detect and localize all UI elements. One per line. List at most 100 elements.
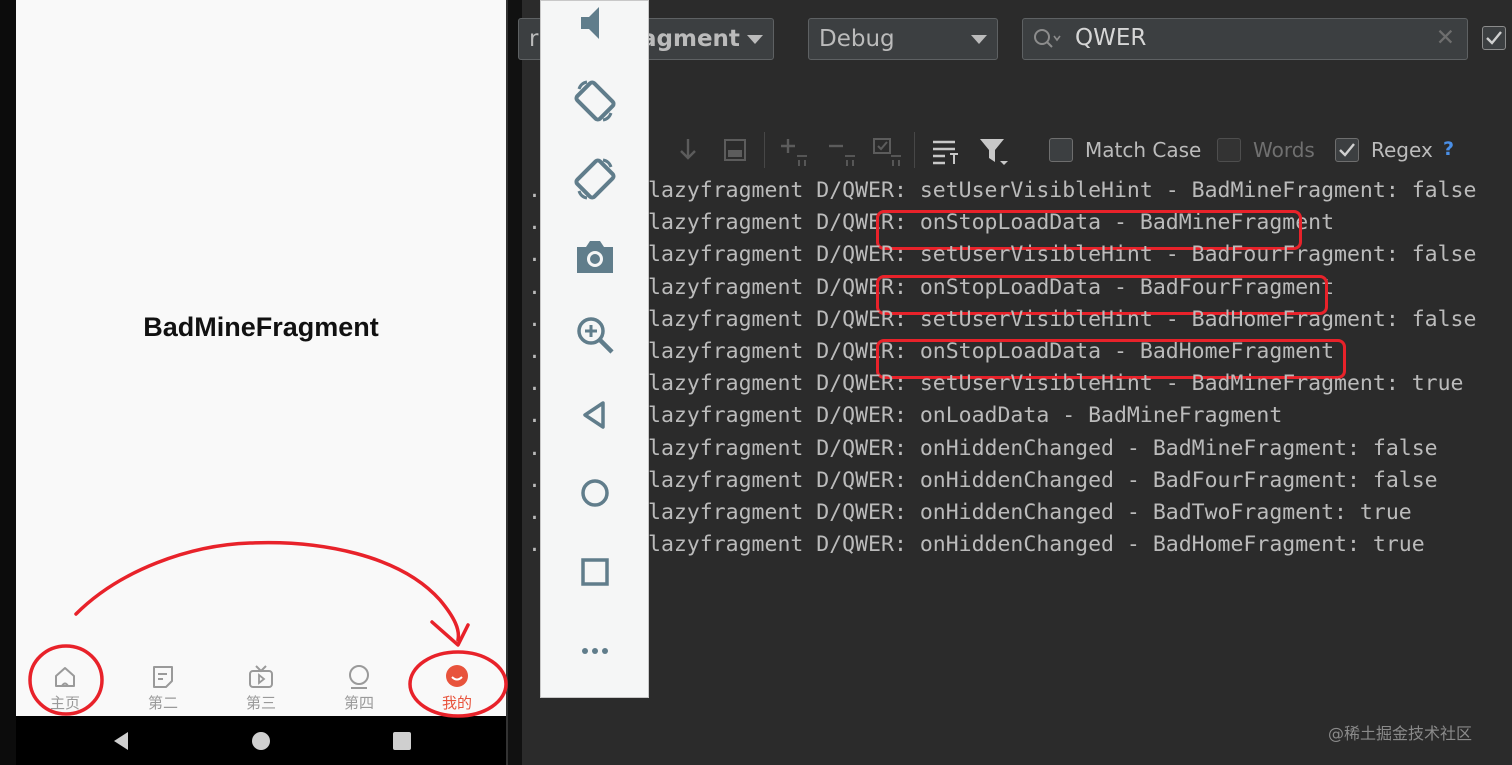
volume-button[interactable] xyxy=(541,0,648,51)
checkmark-icon xyxy=(1339,143,1355,157)
log-line[interactable]: lazyfragment D/QWER: onLoadData - BadMin… xyxy=(648,403,1282,435)
log-line-marker: . xyxy=(528,371,541,397)
log-line-marker: . xyxy=(528,403,541,429)
regex-toggle-checkbox[interactable] xyxy=(1482,26,1506,50)
log-line[interactable]: lazyfragment D/QWER: onHiddenChanged - B… xyxy=(648,468,1438,500)
soft-wrap-icon[interactable] xyxy=(722,136,748,164)
search-icon xyxy=(1034,29,1061,48)
overview-button[interactable] xyxy=(541,544,648,600)
clear-icon[interactable]: ✕ xyxy=(1436,25,1455,51)
rotate-left-icon xyxy=(573,80,616,122)
bottom-navigation: 主页 第二 第三 第四 我的 xyxy=(16,657,506,716)
log-level-dropdown[interactable]: Debug xyxy=(808,18,998,60)
back-button[interactable] xyxy=(541,387,648,443)
log-line-marker: . xyxy=(528,306,541,332)
overview-icon xyxy=(580,558,609,586)
emulator-side-toolbar xyxy=(540,0,649,698)
person-icon xyxy=(446,665,468,687)
bubble-icon xyxy=(349,665,369,689)
system-back-button[interactable] xyxy=(106,716,136,765)
toolbar-separator xyxy=(764,132,765,168)
log-line[interactable]: lazyfragment D/QWER: onHiddenChanged - B… xyxy=(648,500,1412,532)
nav-label-fourth: 第四 xyxy=(343,694,374,712)
camera-icon xyxy=(576,241,613,273)
system-home-button[interactable] xyxy=(246,716,276,765)
logcat-filter-bar: r agment Debug QWER ✕ xyxy=(518,0,1512,80)
process-dropdown-left-text: r xyxy=(529,26,539,52)
log-line-marker: . xyxy=(528,532,541,558)
rotate-right-button[interactable] xyxy=(541,151,648,207)
nav-item-second[interactable]: 第二 xyxy=(114,657,212,716)
logcat-panel: r agment Debug QWER ✕ Match Case Words R… xyxy=(518,0,1512,765)
nav-label-third: 第三 xyxy=(245,694,276,712)
nav-label-second: 第二 xyxy=(147,694,178,712)
rotate-left-button[interactable] xyxy=(541,73,648,129)
chevron-down-icon xyxy=(971,35,987,44)
log-line[interactable]: lazyfragment D/QWER: onHiddenChanged - B… xyxy=(648,436,1438,468)
more-icon xyxy=(581,648,608,654)
log-line-marker: . xyxy=(528,274,541,300)
log-line-marker: . xyxy=(528,435,541,461)
regex-label: Regex xyxy=(1371,138,1433,162)
toolbar-separator xyxy=(914,132,915,168)
log-search-input[interactable]: QWER ✕ xyxy=(1022,18,1468,60)
phone-bezel-left xyxy=(0,0,16,765)
log-line[interactable]: lazyfragment D/QWER: setUserVisibleHint … xyxy=(648,307,1476,339)
home-icon xyxy=(55,667,75,687)
phone-screen: BadMineFragment 主页 第二 第三 第四 我的 xyxy=(16,0,506,716)
edit-filter-icon[interactable] xyxy=(872,136,902,166)
nav-label-home: 主页 xyxy=(49,694,80,712)
format-icon[interactable] xyxy=(930,136,960,166)
phone-bezel-right xyxy=(506,0,522,765)
words-label: Words xyxy=(1253,138,1315,162)
log-level-value: Debug xyxy=(819,26,895,52)
nav-item-fourth[interactable]: 第四 xyxy=(310,657,408,716)
regex-checkbox[interactable] xyxy=(1335,138,1359,162)
add-filter-icon[interactable] xyxy=(778,136,808,166)
system-navigation-bar xyxy=(16,716,506,765)
match-case-label: Match Case xyxy=(1085,138,1202,162)
logcat-toolbar: Match Case Words Regex ? xyxy=(522,128,1512,172)
back-icon xyxy=(582,401,605,429)
back-triangle-icon xyxy=(114,731,128,750)
nav-item-home[interactable]: 主页 xyxy=(16,657,114,716)
watermark: @稀土掘金技术社区 xyxy=(1328,724,1473,743)
log-line-marker: . xyxy=(528,178,541,203)
nav-item-mine[interactable]: 我的 xyxy=(408,657,506,716)
home-dot-icon xyxy=(252,731,270,750)
tv-icon xyxy=(249,665,273,688)
remove-filter-icon[interactable] xyxy=(826,136,856,166)
search-query: QWER xyxy=(1075,25,1147,51)
zoom-button[interactable] xyxy=(541,307,648,363)
nav-item-third[interactable]: 第三 xyxy=(212,657,310,716)
note-icon xyxy=(153,666,173,688)
filter-icon[interactable] xyxy=(978,136,1010,168)
log-line-marker: . xyxy=(528,339,541,364)
rotate-right-icon xyxy=(573,158,616,200)
chevron-down-icon xyxy=(747,35,763,44)
log-line[interactable]: lazyfragment D/QWER: setUserVisibleHint … xyxy=(648,371,1463,403)
screenshot-button[interactable] xyxy=(541,229,648,285)
more-options-button[interactable] xyxy=(541,623,648,679)
words-checkbox[interactable] xyxy=(1217,138,1241,162)
log-line-marker: . xyxy=(528,210,541,236)
process-dropdown-value: agment xyxy=(641,26,740,52)
log-line-marker: . xyxy=(528,242,541,268)
log-line[interactable]: lazyfragment D/QWER: onHiddenChanged - B… xyxy=(648,532,1425,564)
log-line[interactable]: lazyfragment D/QWER: setUserVisibleHint … xyxy=(648,242,1476,274)
scroll-to-end-icon[interactable] xyxy=(676,136,700,164)
log-line-marker: . xyxy=(528,500,541,525)
phone-emulator: BadMineFragment 主页 第二 第三 第四 我的 xyxy=(0,0,522,765)
checkmark-icon xyxy=(1486,31,1502,45)
log-line-marker: . xyxy=(528,467,541,493)
zoom-in-icon xyxy=(576,317,614,354)
match-case-checkbox[interactable] xyxy=(1049,138,1073,162)
regex-help-link[interactable]: ? xyxy=(1443,138,1454,160)
home-button[interactable] xyxy=(541,465,648,521)
home-circle-icon xyxy=(580,479,609,507)
square-icon xyxy=(393,731,411,750)
fragment-title: BadMineFragment xyxy=(143,312,379,342)
system-overview-button[interactable] xyxy=(387,716,417,765)
nav-label-mine: 我的 xyxy=(441,694,472,712)
log-line[interactable]: lazyfragment D/QWER: setUserVisibleHint … xyxy=(648,178,1476,210)
